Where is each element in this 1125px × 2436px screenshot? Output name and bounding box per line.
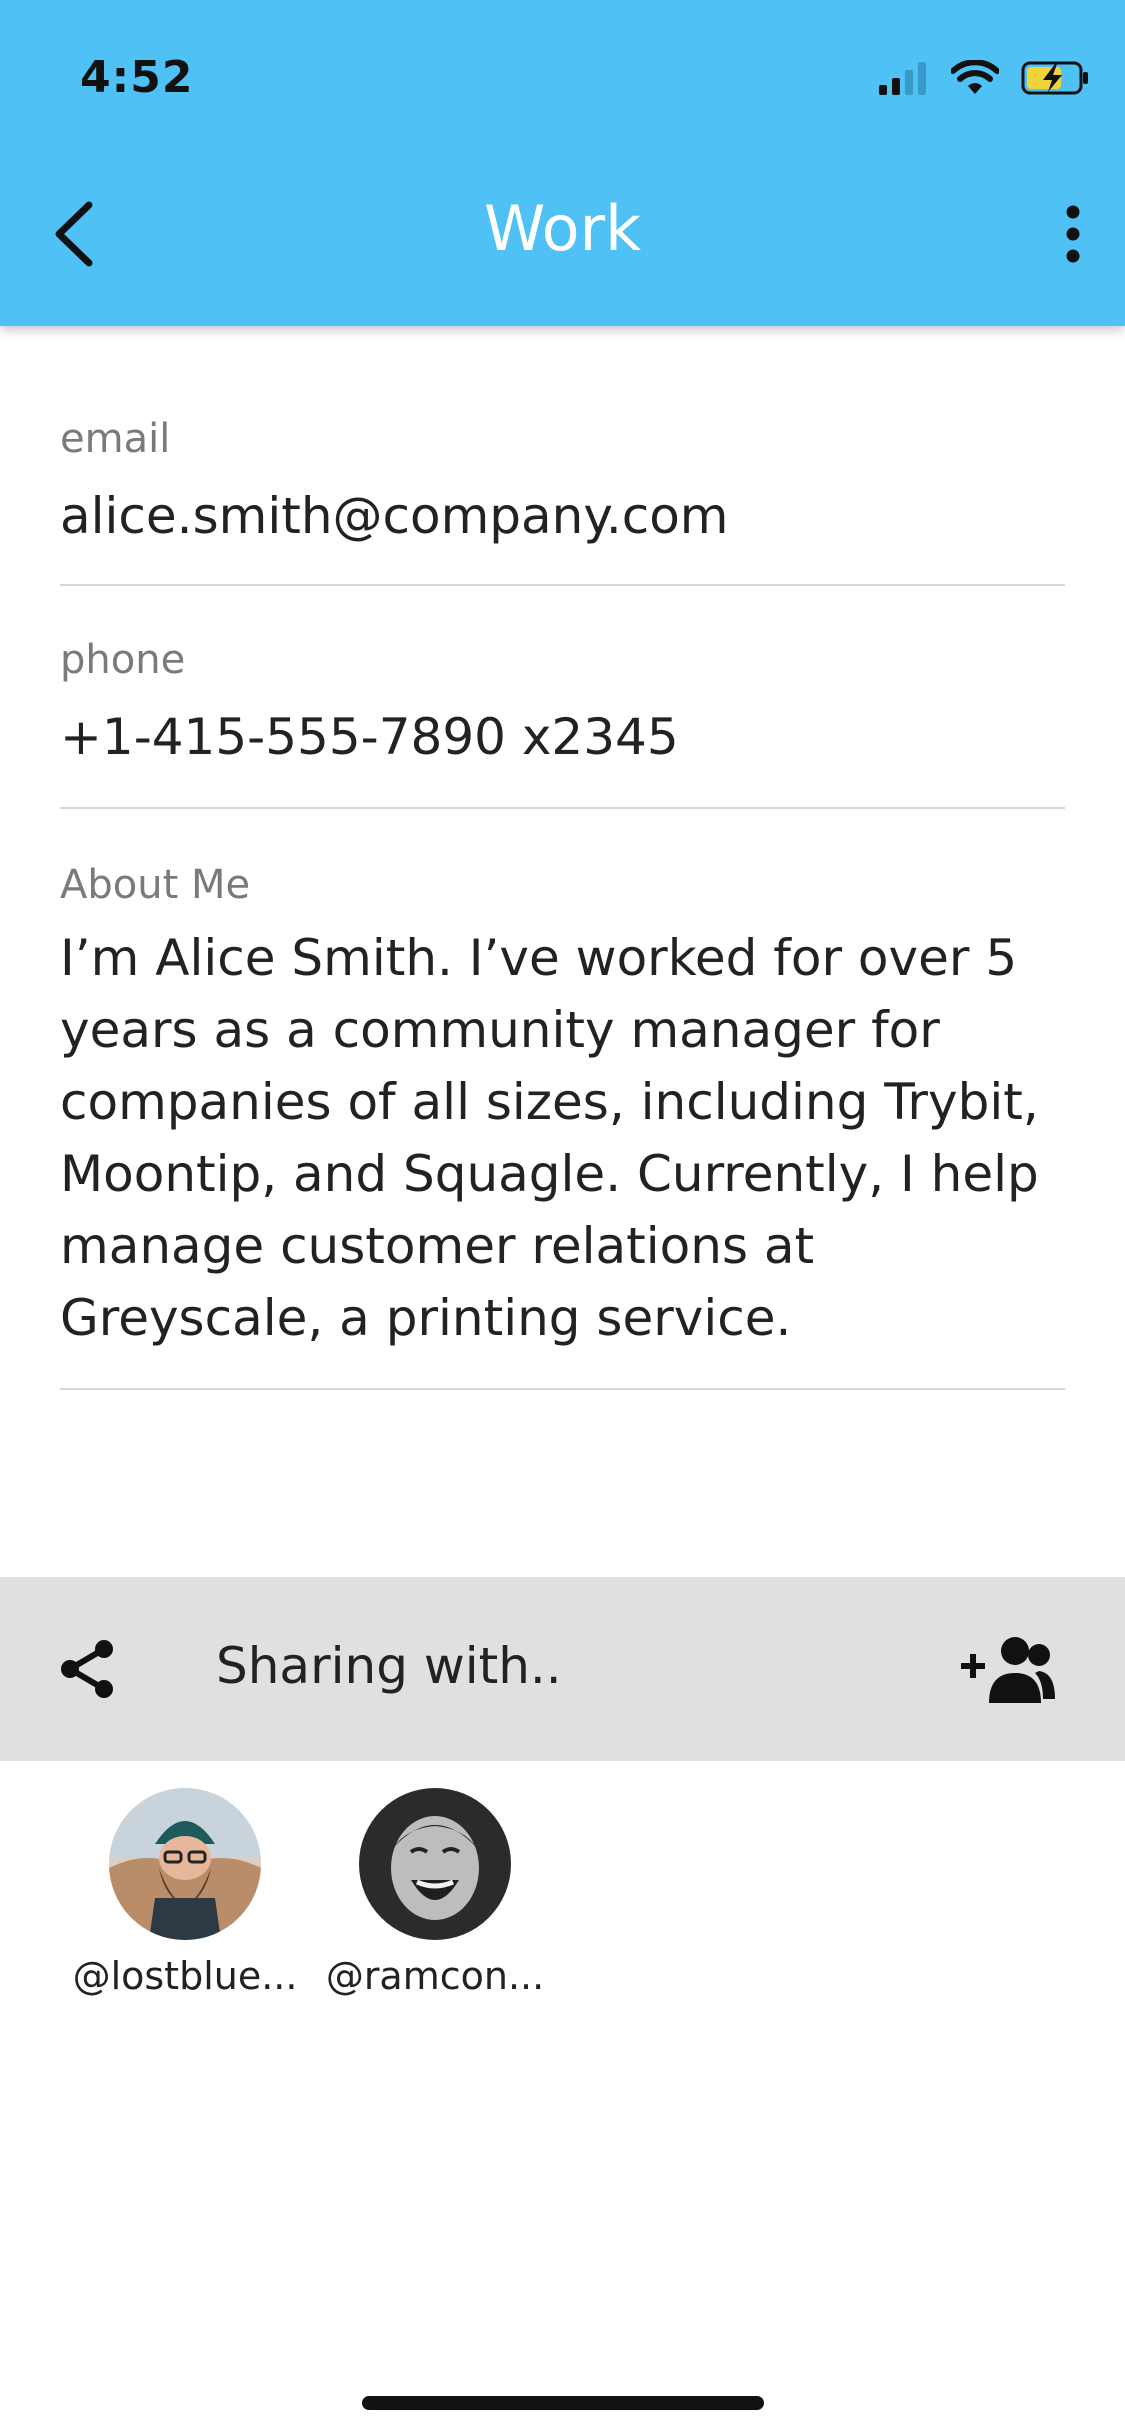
about-me-label: About Me bbox=[60, 862, 251, 908]
share-icon[interactable] bbox=[56, 1637, 120, 1701]
home-indicator[interactable] bbox=[362, 2396, 764, 2410]
app-bar: 4:52 Work bbox=[0, 0, 1125, 326]
email-field[interactable]: email alice.smith@company.com bbox=[60, 416, 1065, 586]
sharing-bar: Sharing with.. bbox=[0, 1577, 1125, 1761]
more-menu-button[interactable] bbox=[1045, 194, 1101, 274]
status-time: 4:52 bbox=[80, 52, 194, 103]
shared-contacts-list: @lostblue... @ramcon... bbox=[73, 1788, 544, 1998]
signal-icon bbox=[879, 62, 926, 95]
phone-label: phone bbox=[60, 637, 186, 683]
avatar bbox=[359, 1788, 511, 1940]
battery-charging-icon bbox=[1021, 61, 1088, 95]
page-title: Work bbox=[484, 192, 641, 265]
contact-handle: @ramcon... bbox=[325, 1954, 545, 1998]
about-me-value[interactable]: I’m Alice Smith. I’ve worked for over 5 … bbox=[60, 922, 1065, 1354]
contact-item[interactable]: @ramcon... bbox=[326, 1788, 544, 1998]
avatar bbox=[109, 1788, 261, 1940]
contact-item[interactable]: @lostblue... bbox=[73, 1788, 297, 1998]
status-icons bbox=[877, 60, 1091, 96]
email-value[interactable]: alice.smith@company.com bbox=[60, 480, 1065, 552]
wifi-icon bbox=[951, 60, 999, 94]
phone-value[interactable]: +1-415-555-7890 x2345 bbox=[60, 701, 1065, 773]
sharing-label: Sharing with.. bbox=[216, 1637, 562, 1695]
about-me-field[interactable]: About Me I’m Alice Smith. I’ve worked fo… bbox=[60, 862, 1065, 1390]
email-label: email bbox=[60, 416, 171, 462]
add-group-icon[interactable] bbox=[959, 1633, 1055, 1705]
contact-handle: @lostblue... bbox=[72, 1954, 298, 1998]
phone-field[interactable]: phone +1-415-555-7890 x2345 bbox=[60, 637, 1065, 809]
more-vert-icon bbox=[1066, 205, 1080, 263]
